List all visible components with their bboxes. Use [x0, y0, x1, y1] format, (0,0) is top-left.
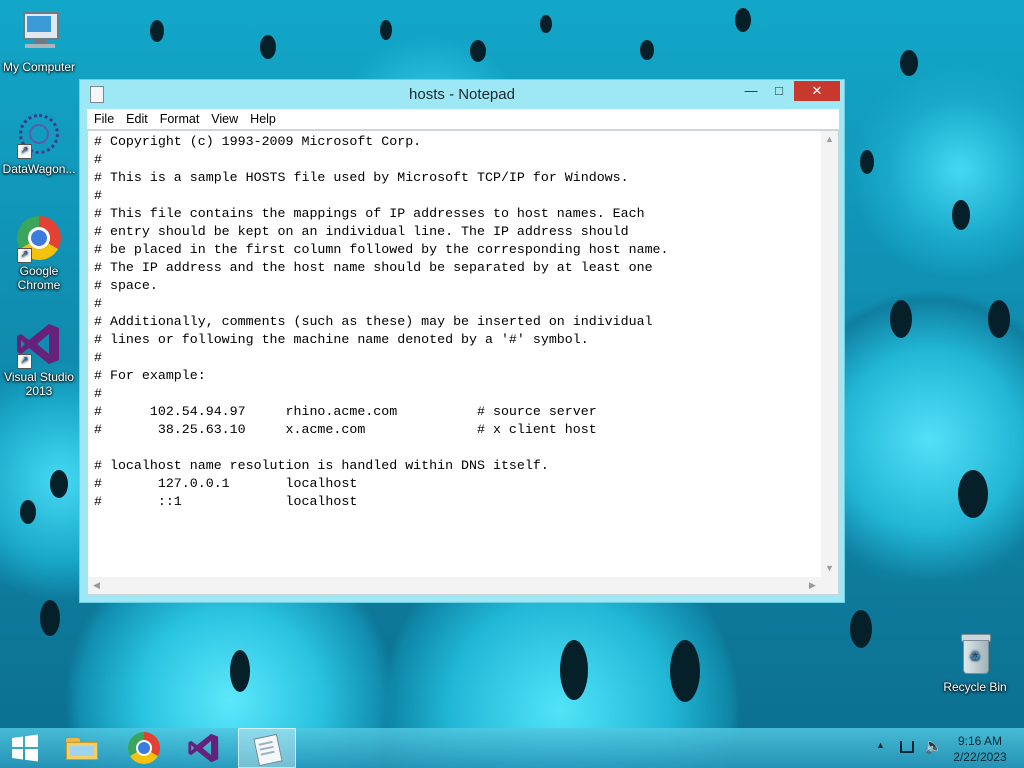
desktop-icon-visual-studio[interactable]: ↗ Visual Studio 2013 — [0, 320, 78, 398]
text-editor[interactable]: # Copyright (c) 1993-2009 Microsoft Corp… — [87, 130, 839, 595]
desktop-icon-datawagon[interactable]: ↗ DataWagon... — [0, 112, 78, 176]
horizontal-scrollbar[interactable]: ◀ ▶ — [88, 577, 821, 594]
scroll-down-arrow-icon[interactable]: ▼ — [821, 560, 838, 577]
desktop-icon-label: My Computer — [2, 60, 76, 74]
visual-studio-icon — [188, 733, 219, 763]
clock-date: 2/22/2023 — [953, 750, 1007, 764]
taskbar-file-explorer[interactable] — [56, 728, 108, 768]
scroll-left-arrow-icon[interactable]: ◀ — [88, 577, 105, 594]
menu-help[interactable]: Help — [245, 109, 281, 129]
scrollbar-corner — [821, 577, 838, 594]
taskbar-clock[interactable]: 9:16 AM 2/22/2023 — [948, 733, 1012, 765]
chrome-icon: ↗ — [15, 214, 63, 263]
computer-icon — [15, 10, 63, 58]
desktop-icon-label: DataWagon... — [2, 162, 76, 176]
desktop-icon-label: Visual Studio 2013 — [4, 370, 74, 398]
windows-logo-icon — [12, 734, 38, 762]
volume-icon[interactable]: 🔈 — [924, 737, 943, 755]
vertical-scrollbar[interactable]: ▲ ▼ — [821, 131, 838, 577]
desktop-icon-my-computer[interactable]: My Computer — [0, 10, 78, 74]
maximize-button[interactable]: □ — [766, 81, 792, 101]
notepad-icon — [253, 733, 283, 767]
taskbar-visual-studio[interactable] — [178, 728, 230, 768]
document-text[interactable]: # Copyright (c) 1993-2009 Microsoft Corp… — [94, 133, 822, 573]
taskbar-google-chrome[interactable] — [118, 728, 170, 768]
chrome-icon — [128, 732, 160, 764]
datawagon-shortcut-icon: ↗ — [15, 112, 63, 160]
desktop-icon-label: Recycle Bin — [943, 680, 1007, 694]
menu-bar: File Edit Format View Help — [87, 109, 839, 129]
scroll-right-arrow-icon[interactable]: ▶ — [804, 577, 821, 594]
show-hidden-icons-arrow-icon[interactable]: ▲ — [876, 740, 885, 750]
desktop-icon-google-chrome[interactable]: ↗ Google Chrome — [0, 214, 78, 292]
recycle-bin-icon: ♻ — [951, 630, 999, 678]
folder-icon — [66, 736, 98, 760]
notepad-window[interactable]: hosts - Notepad — □ ✕ File Edit Format View… — [79, 79, 845, 603]
window-title: hosts - Notepad — [409, 86, 515, 103]
taskbar: ▲ 🔈 9:16 AM 2/22/2023 — [0, 728, 1024, 768]
scroll-up-arrow-icon[interactable]: ▲ — [821, 131, 838, 148]
clock-time: 9:16 AM — [957, 734, 1003, 748]
menu-format[interactable]: Format — [155, 109, 205, 129]
taskbar-notepad[interactable] — [238, 728, 296, 768]
visual-studio-icon: ↗ — [15, 320, 63, 369]
title-bar[interactable]: hosts - Notepad — □ ✕ — [80, 80, 844, 108]
menu-file[interactable]: File — [89, 109, 119, 129]
network-icon[interactable] — [900, 741, 914, 753]
close-button[interactable]: ✕ — [794, 81, 840, 101]
menu-view[interactable]: View — [206, 109, 243, 129]
start-button[interactable] — [0, 728, 52, 768]
menu-edit[interactable]: Edit — [121, 109, 153, 129]
minimize-button[interactable]: — — [738, 81, 764, 101]
desktop-icon-label: Google Chrome — [17, 264, 61, 292]
desktop-icon-recycle-bin[interactable]: ♻ Recycle Bin — [936, 630, 1014, 694]
